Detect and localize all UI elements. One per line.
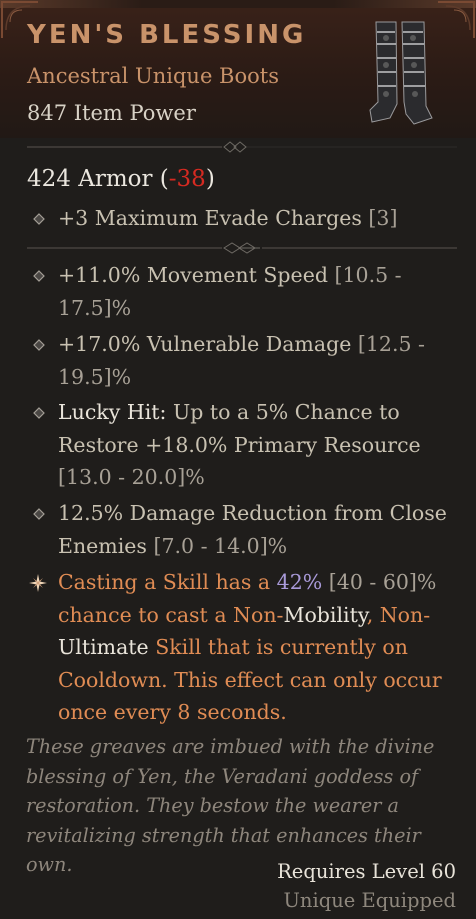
item-name: YEN'S BLESSING: [27, 20, 307, 50]
affix-text: +17.0% Vulnerable Damage: [58, 332, 352, 356]
unique-power-part2: chance to cast a Non-: [58, 602, 284, 627]
item-power: 847 Item Power: [27, 101, 196, 125]
unique-power-range: [40 - 60]%: [328, 570, 437, 594]
diamond-bullet-icon: [33, 213, 45, 225]
keyword-mobility: Mobility: [283, 602, 367, 627]
diamond-bullet-icon: [33, 508, 45, 520]
affix-label: Lucky Hit:: [58, 400, 167, 424]
affix-movement-speed: +11.0% Movement Speed [10.5 - 17.5]%: [58, 259, 453, 324]
implicit-range: [3]: [368, 206, 398, 230]
affix-range: [13.0 - 20.0]%: [58, 465, 205, 490]
armor-delta: -38: [168, 166, 206, 192]
diamond-bullet-icon: [33, 339, 45, 351]
armor-paren-open: (: [159, 166, 169, 192]
implicit-affix: +3 Maximum Evade Charges [3]: [58, 202, 453, 235]
item-tooltip: YEN'S BLESSING Ancestral Unique Boots 84…: [0, 0, 476, 919]
unique-power-value: 42%: [276, 570, 323, 594]
unique-power: Casting a Skill has a 42% [40 - 60]% cha…: [58, 566, 453, 729]
frame-top-border: [0, 0, 476, 8]
implicit-text: +3 Maximum Evade Charges: [58, 206, 362, 230]
affix-lucky-hit: Lucky Hit: Up to a 5% Chance to Restore …: [58, 396, 453, 494]
divider-header: [27, 141, 457, 153]
unique-star-icon: [29, 574, 47, 592]
unique-power-part1: Casting a Skill has a: [58, 570, 271, 594]
divider-implicit: [27, 242, 457, 254]
diamond-bullet-icon: [33, 407, 45, 419]
flavor-text: These greaves are imbued with the divine…: [26, 735, 435, 876]
armor-paren-close: ): [205, 166, 215, 192]
keyword-ultimate: Ultimate: [58, 635, 149, 660]
armor-value: 424 Armor: [27, 166, 153, 192]
required-level: Requires Level 60: [277, 860, 456, 883]
affix-range: [7.0 - 14.0]%: [153, 533, 288, 558]
unique-equipped: Unique Equipped: [283, 889, 456, 912]
item-type: Ancestral Unique Boots: [27, 64, 279, 88]
boots-icon: [369, 21, 433, 125]
diamond-bullet-icon: [33, 270, 45, 282]
affix-damage-reduction: 12.5% Damage Reduction from Close Enemie…: [58, 497, 453, 562]
affix-vulnerable-damage: +17.0% Vulnerable Damage [12.5 - 19.5]%: [58, 328, 453, 393]
affix-text: +11.0% Movement Speed: [58, 263, 328, 287]
unique-power-part3: , Non-: [366, 602, 431, 627]
corner-ornament-right: [438, 1, 475, 38]
armor-stat: 424 Armor (-38): [27, 166, 215, 192]
